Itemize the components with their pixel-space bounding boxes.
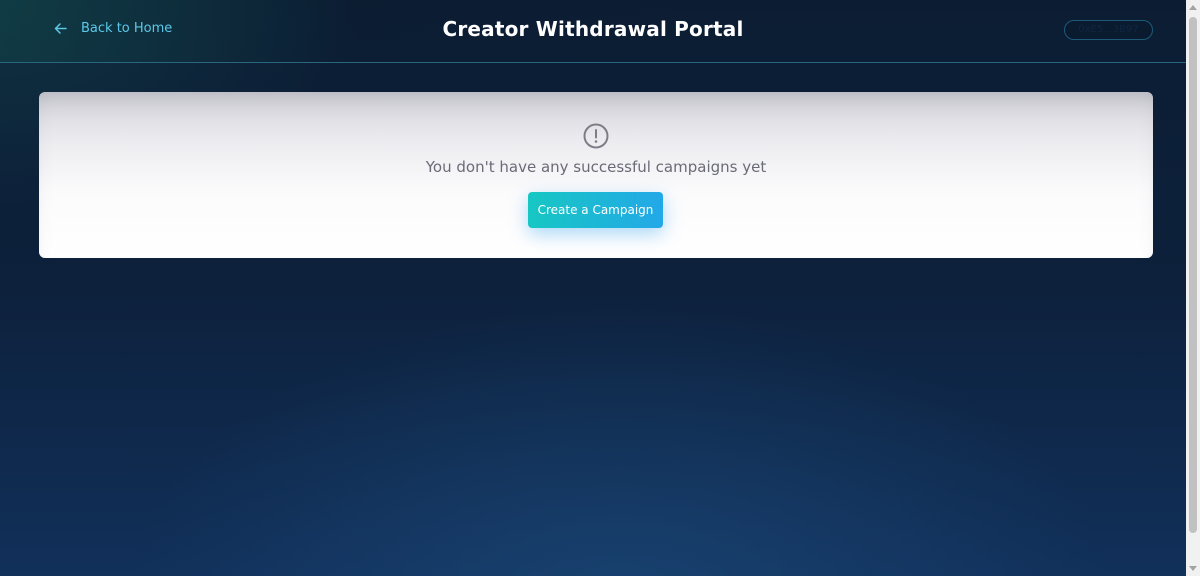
top-header: Back to Home Creator Withdrawal Portal 0… [0,0,1186,63]
create-campaign-button[interactable]: Create a Campaign [528,192,663,228]
empty-state-card: You don't have any successful campaigns … [39,92,1153,258]
scroll-down-arrow-icon[interactable] [1189,566,1197,571]
empty-state-message: You don't have any successful campaigns … [425,158,767,176]
wallet-address-badge[interactable]: 0xE5...3B97 [1064,20,1153,40]
page-title: Creator Withdrawal Portal [442,17,744,41]
scroll-up-arrow-icon[interactable] [1189,5,1197,10]
scrollbar-thumb[interactable] [1189,17,1197,533]
alert-circle-icon [583,123,609,149]
page-scrollbar[interactable] [1186,0,1200,576]
